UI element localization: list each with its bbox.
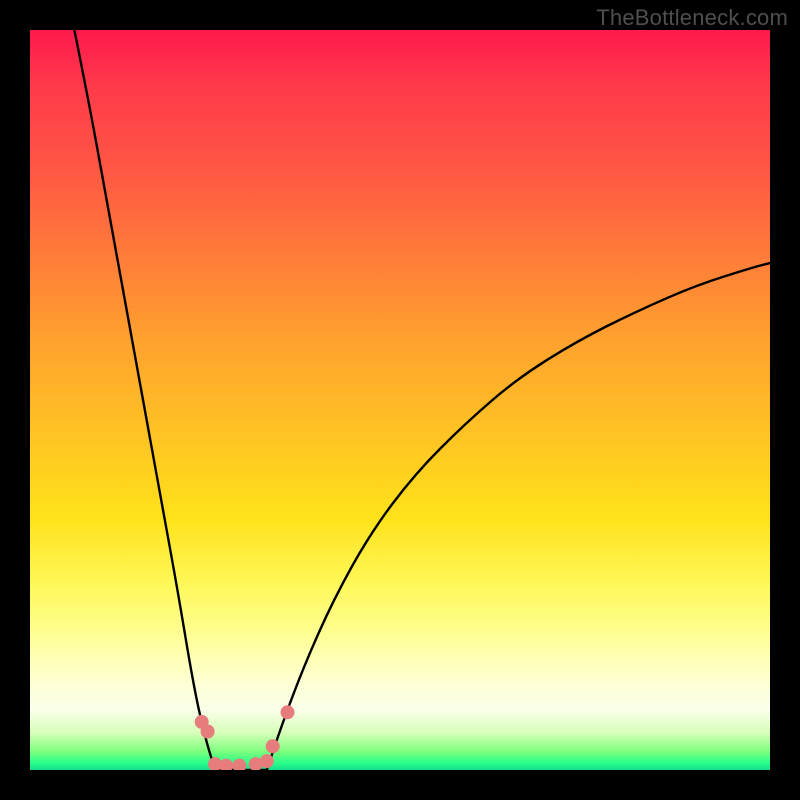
curve-layer bbox=[30, 30, 770, 770]
data-marker bbox=[281, 705, 295, 719]
bottleneck-curve bbox=[74, 30, 770, 770]
data-marker bbox=[232, 759, 246, 770]
data-markers bbox=[195, 705, 295, 770]
data-marker bbox=[266, 739, 280, 753]
watermark-text: TheBottleneck.com bbox=[596, 5, 788, 31]
data-marker bbox=[219, 759, 233, 770]
plot-area bbox=[30, 30, 770, 770]
data-marker bbox=[201, 725, 215, 739]
chart-frame: TheBottleneck.com bbox=[0, 0, 800, 800]
data-marker bbox=[260, 754, 274, 768]
